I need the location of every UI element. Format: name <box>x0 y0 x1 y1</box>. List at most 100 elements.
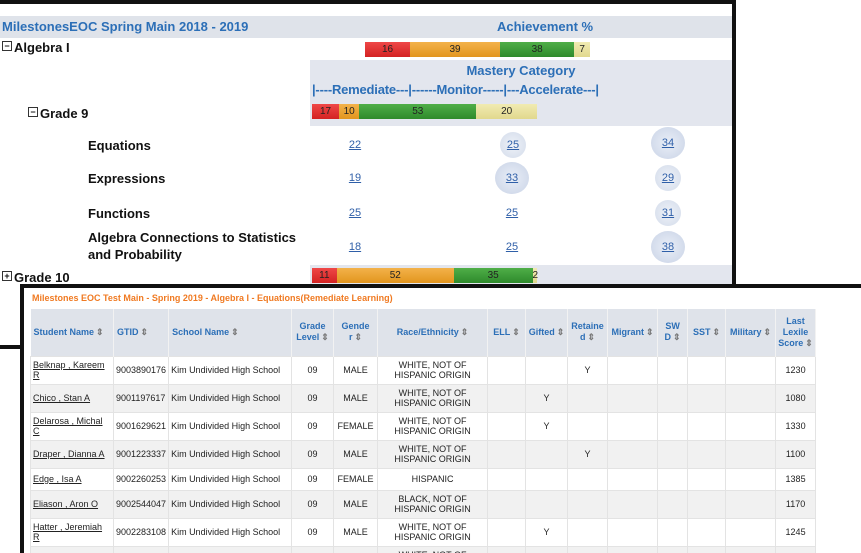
sort-icon[interactable]: ⇕ <box>588 332 596 342</box>
cell-school-name: Kim Undivided High School <box>168 489 293 519</box>
cell-race-ethnicity: WHITE, NOT OF HISPANIC ORIGIN <box>377 411 489 441</box>
collapse-icon[interactable]: − <box>2 41 12 51</box>
column-header-swd[interactable]: SW D ⇕ <box>657 309 689 356</box>
cell-race-ethnicity: WHITE, NOT OF HISPANIC ORIGIN <box>377 517 489 547</box>
cell-last-lexile-score: 1100 <box>775 439 817 469</box>
algebra-connections-accelerate-count[interactable]: 38 <box>651 231 685 263</box>
sort-icon[interactable]: ⇕ <box>646 327 654 337</box>
detail-title: Milestones EOC Test Main - Spring 2019 -… <box>32 293 393 303</box>
cell-retained <box>567 517 609 547</box>
expressions-remediate-count[interactable]: 19 <box>338 167 372 189</box>
functions-monitor-count[interactable]: 25 <box>495 202 529 224</box>
cell-ell <box>487 489 527 519</box>
cell-student-name[interactable]: Belknap , Kareem R <box>30 355 114 385</box>
student-name-link[interactable]: Delarosa , Michal C <box>33 416 103 436</box>
cell-gtid: 9001223337 <box>112 439 170 469</box>
cell-last-lexile-score: 1330 <box>775 411 817 441</box>
sort-icon[interactable]: ⇕ <box>355 332 363 342</box>
cell-last-lexile-score: 1230 <box>775 355 817 385</box>
cell-school-name: Kim Undivided High School <box>168 383 293 413</box>
equations-remediate-count[interactable]: 22 <box>338 134 372 156</box>
expand-icon[interactable]: + <box>2 271 12 281</box>
sort-icon[interactable]: ⇕ <box>461 327 469 337</box>
cell-student-name[interactable]: Mizrahi , Scotty O <box>30 545 114 553</box>
mastery-category-legend: |----Remediate---|------Monitor-----|---… <box>312 82 599 97</box>
cell-student-name[interactable]: Hatter , Jeremiah R <box>30 517 114 547</box>
column-header-ell[interactable]: ELL ⇕ <box>487 309 527 356</box>
student-name-link[interactable]: Hatter , Jeremiah R <box>33 522 102 542</box>
cell-military <box>725 355 777 385</box>
course-bar-segment: 39 <box>410 42 500 57</box>
collapse-icon[interactable]: − <box>28 107 38 117</box>
cell-student-name[interactable]: Delarosa , Michal C <box>30 411 114 441</box>
cell-grade-level: 09 <box>291 467 335 491</box>
expressions-monitor-count[interactable]: 33 <box>495 162 529 194</box>
sort-icon[interactable]: ⇕ <box>231 327 239 337</box>
cell-swd <box>657 517 689 547</box>
cell-migrant <box>607 411 659 441</box>
cell-military <box>725 411 777 441</box>
cell-school-name: Kim Undivided High School <box>168 517 293 547</box>
cell-student-name[interactable]: Draper , Dianna A <box>30 439 114 469</box>
grade10-row[interactable]: + Grade 10 <box>2 270 70 285</box>
cell-retained <box>567 383 609 413</box>
column-header-school-name[interactable]: School Name ⇕ <box>168 309 293 356</box>
course-bar-segment: 7 <box>574 42 590 57</box>
sort-icon[interactable]: ⇕ <box>673 332 681 342</box>
cell-gifted <box>525 545 569 553</box>
column-header-gender[interactable]: Gende r ⇕ <box>333 309 379 356</box>
column-header-migrant[interactable]: Migrant ⇕ <box>607 309 659 356</box>
cell-gifted <box>525 355 569 385</box>
column-header-student-name[interactable]: Student Name ⇕ <box>30 309 114 356</box>
sort-icon[interactable]: ⇕ <box>512 327 520 337</box>
column-header-grade-level[interactable]: Grade Level ⇕ <box>291 309 335 356</box>
grade9-bar-segment: 17 <box>312 104 339 119</box>
cell-ell <box>487 517 527 547</box>
column-header-military[interactable]: Military ⇕ <box>725 309 777 356</box>
column-header-race-ethnicity[interactable]: Race/Ethnicity ⇕ <box>377 309 489 356</box>
student-name-link[interactable]: Draper , Dianna A <box>33 449 105 459</box>
course-row[interactable]: − Algebra I <box>2 40 70 55</box>
sort-icon[interactable]: ⇕ <box>557 327 565 337</box>
cell-retained: Y <box>567 545 609 553</box>
algebra-connections-remediate-count[interactable]: 18 <box>338 236 372 258</box>
table-row: Edge , Isa A 9002260253 Kim Undivided High… <box>30 467 817 491</box>
student-name-link[interactable]: Edge , Isa A <box>33 474 82 484</box>
column-header-label: ELL <box>493 326 511 337</box>
functions-accelerate-count[interactable]: 31 <box>655 200 681 226</box>
table-row: Mizrahi , Scotty O9003178519Kim Undivide… <box>30 545 817 553</box>
expressions-accelerate-count[interactable]: 29 <box>655 165 681 191</box>
column-header-retained[interactable]: Retaine d ⇕ <box>567 309 609 356</box>
student-name-link[interactable]: Belknap , Kareem R <box>33 360 105 380</box>
cell-gifted: Y <box>525 411 569 441</box>
cell-migrant <box>607 517 659 547</box>
sort-icon[interactable]: ⇕ <box>713 327 721 337</box>
column-header-sst[interactable]: SST ⇕ <box>687 309 727 356</box>
cell-student-name[interactable]: Eliason , Aron O <box>30 489 114 519</box>
cell-student-name[interactable]: Edge , Isa A <box>30 467 114 491</box>
grade10-achievement-bar: 11 52 35 2 <box>312 268 538 283</box>
cell-migrant <box>607 355 659 385</box>
cell-migrant <box>607 383 659 413</box>
table-row: Delarosa , Michal C 9001629621 Kim Undivid… <box>30 411 817 441</box>
column-header-last-lexile-score[interactable]: Last Lexile Score ⇕ <box>775 309 817 356</box>
sort-icon[interactable]: ⇕ <box>321 332 329 342</box>
cell-student-name[interactable]: Chico , Stan A <box>30 383 114 413</box>
sort-icon[interactable]: ⇕ <box>805 338 813 348</box>
cell-race-ethnicity: WHITE, NOT OF HISPANIC ORIGIN <box>377 439 489 469</box>
student-name-link[interactable]: Eliason , Aron O <box>33 499 98 509</box>
column-header-gtid[interactable]: GTID ⇕ <box>113 309 170 356</box>
column-header-gifted[interactable]: Gifted ⇕ <box>525 309 569 356</box>
sort-icon[interactable]: ⇕ <box>141 327 149 337</box>
sort-icon[interactable]: ⇕ <box>764 327 772 337</box>
student-name-link[interactable]: Chico , Stan A <box>33 393 90 403</box>
grade9-row[interactable]: − Grade 9 <box>28 106 88 121</box>
functions-remediate-count[interactable]: 25 <box>338 202 372 224</box>
equations-monitor-count[interactable]: 25 <box>500 132 526 158</box>
cell-gifted: Y <box>525 383 569 413</box>
equations-accelerate-count[interactable]: 34 <box>651 127 685 159</box>
column-header-label: Last Lexile Score <box>778 315 809 348</box>
cell-gtid: 9001629621 <box>112 411 170 441</box>
algebra-connections-monitor-count[interactable]: 25 <box>495 236 529 258</box>
sort-icon[interactable]: ⇕ <box>96 327 104 337</box>
